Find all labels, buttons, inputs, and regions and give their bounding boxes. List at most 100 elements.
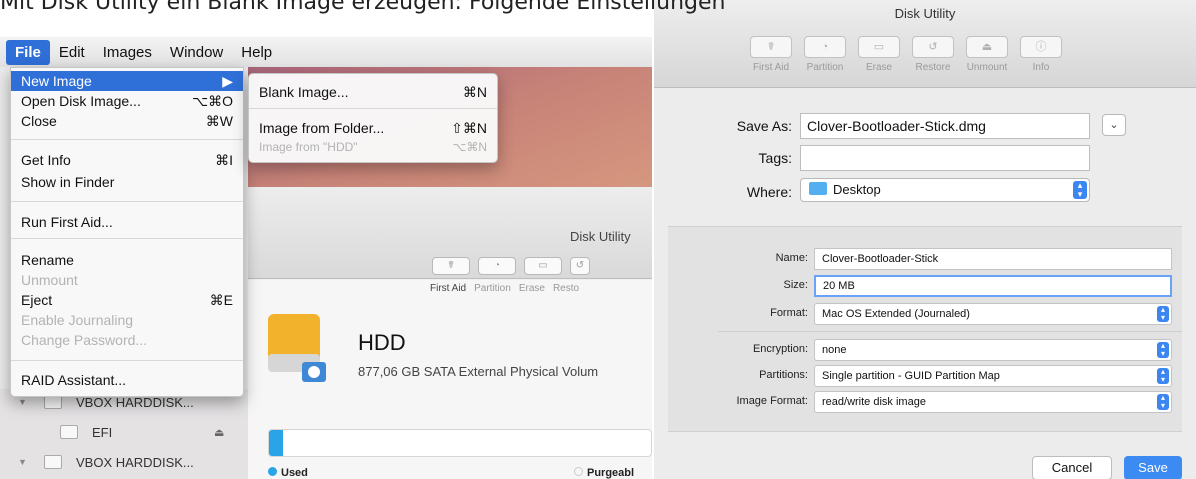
eject-icon[interactable]: ⏏ [214,426,224,439]
disk-name: HDD [358,330,406,355]
restore-label: Restore [915,62,951,73]
menu-item-image-from-folder[interactable]: Image from Folder... ⇧⌘N [249,118,497,138]
stepper-icon: ▴ ▾ [1157,342,1169,358]
menu-item-blank-image[interactable]: Blank Image... ⌘N [249,82,497,102]
left-toolbar-labels: First Aid Partition Erase Resto [430,283,579,294]
sidebar-item-label: EFI [92,424,113,440]
stepper-icon: ▴ ▾ [1157,394,1169,410]
left-toolbar: ☤ ◔ ▭ ↺ [432,257,590,275]
menu-item-get-info[interactable]: Get Info ⌘I [11,150,243,170]
sidebar-item-efi[interactable]: EFI ⏏ [0,419,248,445]
size-label: Size: [783,279,808,291]
menu-item-open-disk-image[interactable]: Open Disk Image... ⌥⌘O [11,91,243,111]
legend-used-label: Used [281,467,308,479]
image-format-popup[interactable]: read/write disk image ▴ ▾ [814,391,1172,413]
partitions-popup[interactable]: Single partition - GUID Partition Map ▴ ▾ [814,365,1172,387]
info-button[interactable]: ⓘ [1020,36,1062,58]
where-label: Where: [746,184,792,200]
restore-button[interactable]: ↺ [570,257,590,275]
disclosure-triangle-icon[interactable]: ▼ [18,457,27,467]
unmount-label: Unmount [966,62,1008,73]
menu-item-new-image[interactable]: New Image ▶ [11,71,243,91]
legend-used: Used [268,467,308,479]
erase-label: Erase [518,283,545,294]
menu-help[interactable]: Help [232,40,281,65]
expand-chevron-icon[interactable]: ⌄ [1102,114,1126,136]
menu-item-run-first-aid[interactable]: Run First Aid... [11,212,243,232]
menu-item-image-from-hdd: Image from "HDD" ⌥⌘N [259,140,487,154]
right-screenshot: Disk Utility ☤ ◔ ▭ ↺ ⏏ ⓘ First Aid Parti… [654,0,1196,479]
menu-item-close[interactable]: Close ⌘W [11,111,243,131]
tutorial-caption: Mit Disk Utility ein Blank Image erzeuge… [0,0,726,15]
format-label: Format: [770,307,808,319]
menu-item-raid-assistant[interactable]: RAID Assistant... [11,370,243,390]
encryption-value: none [822,344,847,356]
purgeable-dot-icon [574,467,583,476]
window-toolbar: Disk Utility ☤ ◔ ▭ ↺ ⏏ ⓘ First Aid Parti… [654,0,1196,88]
first-aid-button[interactable]: ☤ [750,36,792,58]
menu-file[interactable]: File [6,39,50,65]
partitions-value: Single partition - GUID Partition Map [822,370,1000,382]
tags-field[interactable] [800,145,1090,171]
first-aid-label: First Aid [752,62,790,73]
erase-button[interactable]: ▭ [858,36,900,58]
save-as-field[interactable]: Clover-Bootloader-Stick.dmg [800,113,1090,139]
disclosure-triangle-icon[interactable]: ▼ [18,397,27,407]
menu-item-eject[interactable]: Eject ⌘E [11,290,243,310]
usage-bar [268,429,652,457]
erase-label: Erase [865,62,893,73]
file-menu: New Image ▶ Open Disk Image... ⌥⌘O Close ⌘W… [10,67,244,397]
sidebar-item-vbox-2[interactable]: ▼ VBOX HARDDISK... [0,449,248,475]
where-popup[interactable]: Desktop ▴ ▾ [800,178,1090,202]
restore-button[interactable]: ↺ [912,36,954,58]
menu-images[interactable]: Images [94,40,161,65]
left-screenshot: File Edit Images Window Help Disk Utilit… [0,37,652,479]
volume-icon [60,425,78,439]
format-popup[interactable]: Mac OS Extended (Journaled) ▴ ▾ [814,303,1172,325]
legend-purgeable-label: Purgeabl [587,467,635,479]
usage-fill [269,430,283,456]
cancel-button[interactable]: Cancel [1032,456,1112,479]
menu-window[interactable]: Window [161,40,232,65]
menu-separator [249,108,497,109]
save-as-label: Save As: [736,118,792,134]
menu-separator [11,201,243,202]
legend-purgeable: Purgeabl [574,467,634,479]
disk-icon [44,395,62,409]
menu-item-rename[interactable]: Rename [11,250,243,270]
image-format-label: Image Format: [736,395,808,407]
menu-item-unmount: Unmount [21,272,78,288]
folder-icon [809,182,827,195]
menu-separator [11,360,243,361]
stepper-icon: ▴ ▾ [1157,368,1169,384]
partition-label: Partition [806,62,844,73]
menu-separator [11,139,243,140]
menu-edit[interactable]: Edit [50,40,94,65]
save-button[interactable]: Save [1124,456,1182,479]
menu-separator [11,238,243,239]
toolbar-buttons: ☤ ◔ ▭ ↺ ⏏ ⓘ [750,36,1062,58]
window-title: Disk Utility [570,229,631,244]
restore-label: Resto [552,283,580,294]
new-image-sheet: Save As: Clover-Bootloader-Stick.dmg ⌄ T… [668,88,1182,479]
size-field[interactable]: 20 MB [814,275,1172,297]
menu-item-change-password: Change Password... [21,332,148,348]
partition-button[interactable]: ◔ [478,257,516,275]
encryption-label: Encryption: [752,343,808,355]
hdd-disk-icon [268,314,326,382]
menu-item-show-in-finder[interactable]: Show in Finder [11,172,243,192]
encryption-popup[interactable]: none ▴ ▾ [814,339,1172,361]
disk-icon [44,455,62,469]
image-options: Name: Clover-Bootloader-Stick Size: 20 M… [668,226,1182,432]
stepper-icon: ▴ ▾ [1073,181,1087,199]
name-field[interactable]: Clover-Bootloader-Stick [814,248,1172,270]
first-aid-button[interactable]: ☤ [432,257,470,275]
menu-item-enable-journaling: Enable Journaling [21,312,134,328]
erase-button[interactable]: ▭ [524,257,562,275]
section-separator [718,331,1182,332]
partition-button[interactable]: ◔ [804,36,846,58]
window-title: Disk Utility [894,6,956,21]
unmount-button[interactable]: ⏏ [966,36,1008,58]
new-image-submenu: Blank Image... ⌘N Image from Folder... ⇧⌘N… [248,73,498,163]
first-aid-label: First Aid [430,283,467,294]
